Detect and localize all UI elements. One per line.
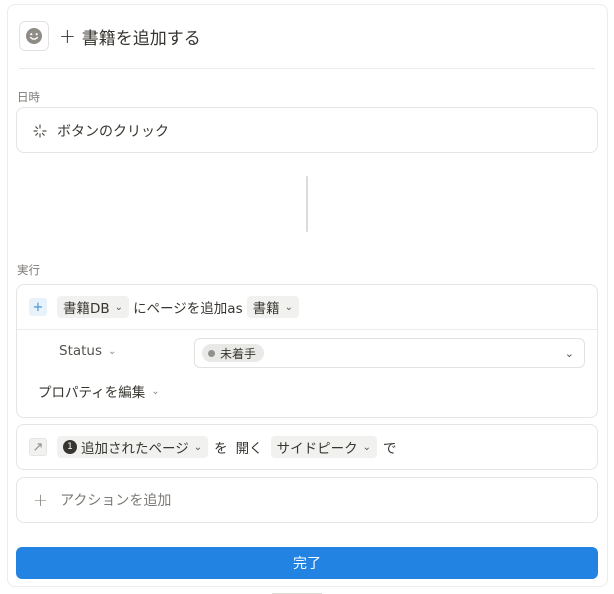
chevron-down-icon: ⌄ <box>193 441 203 453</box>
header-divider <box>19 68 595 69</box>
page-title[interactable]: + 書籍を追加する <box>59 24 201 49</box>
status-badge: 未着手 <box>202 344 265 362</box>
text-de: で <box>383 441 397 457</box>
plus-icon: + <box>59 24 76 48</box>
add-action-label: アクションを追加 <box>60 493 172 509</box>
icon-picker-button[interactable] <box>19 21 49 51</box>
add-action-button[interactable]: + アクションを追加 <box>16 477 598 523</box>
status-value: 未着手 <box>220 346 257 361</box>
trigger-section-label: 日時 <box>17 90 40 104</box>
plus-icon: + <box>33 489 49 511</box>
trigger-label: ボタンのクリック <box>57 124 169 140</box>
chevron-down-icon: ⌄ <box>564 347 574 360</box>
text-open: 開く <box>235 441 263 457</box>
template-select[interactable]: 書籍 ⌄ <box>246 296 299 318</box>
property-name-select[interactable]: Status ⌄ <box>59 343 116 359</box>
arrow-up-right-icon: ↗ <box>29 438 47 456</box>
smiley-icon <box>26 28 42 44</box>
page-ref-label: 追加されたページ <box>81 441 189 457</box>
edit-properties-button[interactable]: プロパティを編集 ⌄ <box>38 381 160 401</box>
chevron-down-icon: ⌄ <box>114 301 124 313</box>
text-wo: を <box>214 441 228 457</box>
open-page-action-card: ↗ 1 追加されたページ ⌄ を 開く サイドピーク ⌄ で <box>16 424 598 470</box>
status-select[interactable]: 未着手 ⌄ <box>194 338 585 368</box>
chevron-down-icon: ⌄ <box>362 441 372 453</box>
status-dot <box>208 349 215 357</box>
database-select[interactable]: 書籍DB ⌄ <box>57 296 130 318</box>
header: + 書籍を追加する <box>19 20 201 52</box>
sparkle-click-icon <box>33 124 47 138</box>
plus-icon: + <box>29 298 47 316</box>
add-page-text: にページを追加as <box>133 301 243 317</box>
done-button[interactable]: 完了 <box>16 547 598 579</box>
title-text: 書籍を追加する <box>81 28 201 49</box>
flow-connector <box>306 176 308 232</box>
step-number-badge: 1 <box>63 440 77 454</box>
open-mode-select[interactable]: サイドピーク ⌄ <box>270 436 378 458</box>
trigger-card[interactable]: ボタンのクリック <box>16 107 598 153</box>
page-ref-select[interactable]: 1 追加されたページ ⌄ <box>57 436 209 458</box>
template-name: 書籍 <box>252 301 280 317</box>
chevron-down-icon: ⌄ <box>151 385 160 397</box>
actions-section-label: 実行 <box>17 263 40 277</box>
database-name: 書籍DB <box>63 301 110 317</box>
property-row: Status ⌄ 未着手 ⌄ <box>17 330 597 376</box>
edit-properties-label: プロパティを編集 <box>38 385 146 401</box>
property-name: Status <box>59 343 103 359</box>
open-mode-label: サイドピーク <box>276 441 358 457</box>
add-page-action-card: + 書籍DB ⌄ にページを追加as 書籍 ⌄ Status ⌄ 未着手 ⌄ プ… <box>16 284 598 418</box>
chevron-down-icon: ⌄ <box>284 301 293 313</box>
chevron-down-icon: ⌄ <box>108 345 117 357</box>
